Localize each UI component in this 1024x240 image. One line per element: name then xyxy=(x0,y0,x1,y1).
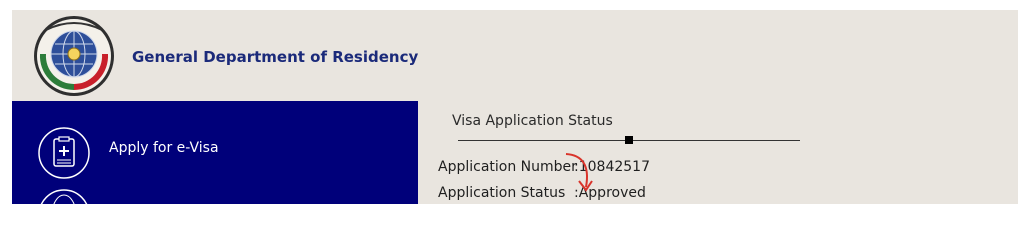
application-number-row: Application Number:10842517 xyxy=(438,159,650,175)
sidebar: Apply for e-Visa xyxy=(12,101,418,204)
main-content: Visa Application Status Application Numb… xyxy=(418,101,1018,204)
application-status-row: Application Status:Approved xyxy=(438,185,646,201)
annotation-arrow-icon xyxy=(562,149,602,199)
application-number-label: Application Number xyxy=(438,159,577,175)
status-progress-marker xyxy=(625,136,633,144)
section-title: Visa Application Status xyxy=(452,113,613,129)
globe-icon[interactable] xyxy=(36,187,92,204)
department-logo xyxy=(32,14,116,98)
site-title: General Department of Residency xyxy=(132,48,419,66)
sidebar-item-apply-e-visa[interactable]: Apply for e-Visa xyxy=(36,125,336,179)
page-frame: General Department of Residency Apply fo… xyxy=(12,10,1018,204)
application-status-label: Application Status xyxy=(438,185,566,201)
visa-document-icon xyxy=(36,125,92,185)
sidebar-item-label: Apply for e-Visa xyxy=(109,140,219,156)
